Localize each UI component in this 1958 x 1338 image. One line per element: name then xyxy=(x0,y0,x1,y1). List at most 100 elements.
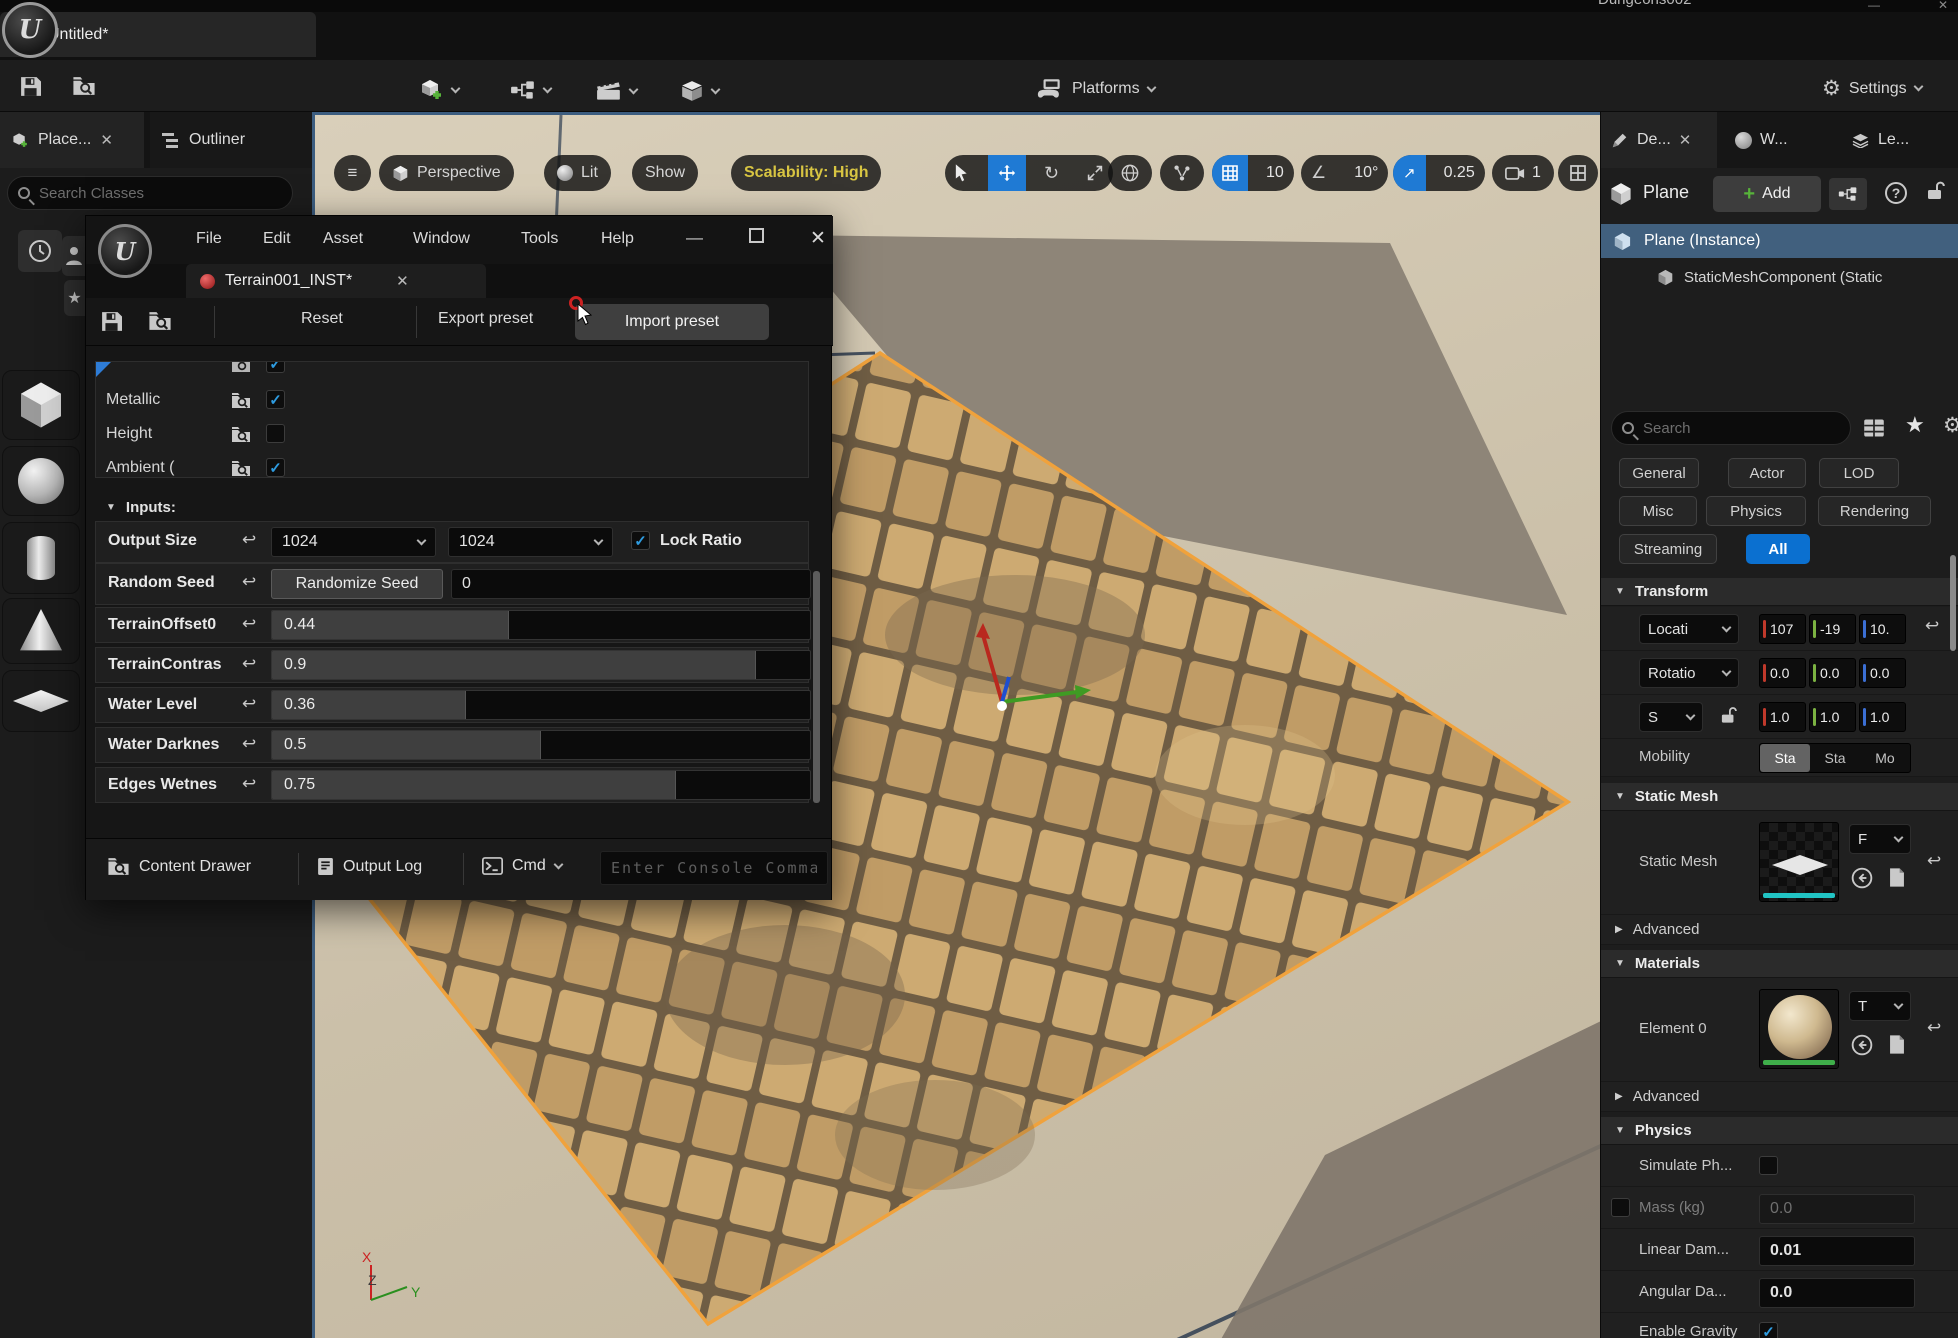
basic-category-button[interactable] xyxy=(62,236,85,276)
cmd-dropdown[interactable]: Cmd xyxy=(482,857,562,875)
param-checkbox[interactable] xyxy=(266,361,285,373)
reset-button[interactable]: Reset xyxy=(301,310,343,328)
viewport-options-menu[interactable]: ≡ xyxy=(334,155,371,191)
filter-physics[interactable]: Physics xyxy=(1706,496,1806,526)
camera-speed-control[interactable]: 1 xyxy=(1492,155,1554,191)
filter-lod[interactable]: LOD xyxy=(1819,458,1899,488)
inputs-section-header[interactable]: ▼ Inputs: xyxy=(106,499,176,516)
menu-window[interactable]: Window xyxy=(413,230,470,248)
lock-ratio-checkbox[interactable] xyxy=(631,531,650,550)
rotate-tool[interactable]: ↻ xyxy=(1034,155,1069,191)
param-checkbox[interactable] xyxy=(266,458,285,477)
rotation-y-field[interactable]: 0.0 xyxy=(1809,658,1856,688)
mass-override-checkbox[interactable] xyxy=(1611,1198,1630,1217)
shape-item-cone[interactable] xyxy=(2,598,80,664)
scalability-button[interactable]: Scalability: High xyxy=(731,155,881,191)
platforms-dropdown[interactable]: Platforms xyxy=(1036,78,1155,100)
shape-item-cube[interactable] xyxy=(2,370,80,440)
display-grid-icon[interactable] xyxy=(1863,418,1885,438)
materials-advanced-row[interactable]: ▶Advanced xyxy=(1601,1082,1958,1112)
use-selected-asset-icon[interactable] xyxy=(1851,1034,1873,1056)
help-icon[interactable]: ? xyxy=(1885,182,1907,204)
filter-streaming[interactable]: Streaming xyxy=(1619,534,1717,564)
cinematics-button[interactable] xyxy=(596,80,637,102)
world-local-toggle[interactable] xyxy=(1108,155,1152,191)
folder-search-icon[interactable] xyxy=(231,460,251,477)
folder-search-icon[interactable] xyxy=(231,392,251,409)
static-mesh-section-header[interactable]: ▼Static Mesh xyxy=(1601,783,1958,811)
terrainoffset-slider[interactable]: 0.44 xyxy=(271,610,811,640)
menu-asset[interactable]: Asset xyxy=(323,230,363,248)
scale-y-field[interactable]: 1.0 xyxy=(1809,702,1856,732)
search-classes-input[interactable] xyxy=(39,185,282,202)
reset-icon[interactable]: ↩ xyxy=(242,530,256,550)
filter-general[interactable]: General xyxy=(1619,458,1699,488)
close-icon[interactable]: ✕ xyxy=(396,272,409,290)
scale-snap-control[interactable]: ↗ 0.25 xyxy=(1393,155,1485,191)
scale-snap-value[interactable]: 0.25 xyxy=(1434,155,1485,191)
static-mesh-advanced-row[interactable]: ▶Advanced xyxy=(1601,915,1958,945)
reset-location-icon[interactable]: ↩ xyxy=(1925,616,1939,636)
tree-row-plane-instance[interactable]: Plane (Instance) xyxy=(1601,224,1958,258)
tab-world-settings[interactable]: W... xyxy=(1725,112,1807,168)
scale-lock-icon[interactable] xyxy=(1721,706,1737,725)
terraincontrast-slider[interactable]: 0.9 xyxy=(271,650,811,680)
save-icon[interactable] xyxy=(101,311,122,332)
details-scrollbar[interactable] xyxy=(1950,555,1956,651)
console-command-input[interactable] xyxy=(600,851,828,885)
tree-row-staticmesh-component[interactable]: StaticMeshComponent (Static xyxy=(1601,262,1958,292)
tab-details[interactable]: De... ✕ xyxy=(1601,112,1717,168)
output-width-dropdown[interactable]: 1024 xyxy=(271,527,436,557)
scale-x-field[interactable]: 1.0 xyxy=(1759,702,1806,732)
simulate-physics-checkbox[interactable] xyxy=(1759,1156,1778,1175)
location-z-field[interactable]: 10. xyxy=(1859,614,1906,644)
reset-icon[interactable]: ↩ xyxy=(242,734,256,754)
output-log-button[interactable]: Output Log xyxy=(317,857,422,876)
location-y-field[interactable]: -19 xyxy=(1809,614,1856,644)
window-minimize-icon[interactable]: — xyxy=(686,228,703,248)
window-scrollbar[interactable] xyxy=(813,571,820,803)
window-titlebar[interactable]: File Edit Asset Window Tools Help — ✕ xyxy=(86,216,833,264)
maximize-viewport-button[interactable] xyxy=(1558,155,1598,191)
tab-place-actors[interactable]: Place... ✕ xyxy=(0,112,144,168)
static-mesh-thumbnail[interactable] xyxy=(1759,822,1839,902)
lit-mode-dropdown[interactable]: Lit xyxy=(544,155,611,191)
mobility-static[interactable]: Sta xyxy=(1760,744,1810,772)
favorites-star-icon[interactable]: ★ xyxy=(1905,412,1925,438)
show-dropdown[interactable]: Show xyxy=(632,155,698,191)
mass-field[interactable]: 0.0 xyxy=(1759,1194,1915,1224)
transform-section-header[interactable]: ▼Transform xyxy=(1601,578,1958,606)
param-checkbox[interactable] xyxy=(266,424,285,443)
menu-tools[interactable]: Tools xyxy=(521,230,558,248)
blueprints-button[interactable] xyxy=(510,80,551,100)
folder-search-icon[interactable] xyxy=(231,426,251,443)
close-icon[interactable]: ✕ xyxy=(100,131,113,149)
asset-tab-terrain001-inst[interactable]: Terrain001_INST* ✕ xyxy=(186,264,486,298)
rotation-z-field[interactable]: 0.0 xyxy=(1859,658,1906,688)
angle-snap-value[interactable]: 10° xyxy=(1344,155,1388,191)
waterlevel-slider[interactable]: 0.36 xyxy=(271,690,811,720)
visual-effects-category-button[interactable]: ★ xyxy=(64,280,85,316)
param-checkbox[interactable] xyxy=(266,390,285,409)
angle-snap-control[interactable]: ∠ 10° xyxy=(1301,155,1388,191)
reset-icon[interactable]: ↩ xyxy=(242,572,256,592)
grid-snap-control[interactable]: 10 xyxy=(1212,155,1294,191)
unlock-icon[interactable] xyxy=(1927,181,1945,201)
close-icon[interactable]: ✕ xyxy=(1679,131,1692,149)
details-search-field[interactable] xyxy=(1611,411,1851,445)
reset-material-icon[interactable]: ↩ xyxy=(1927,1018,1941,1038)
reset-icon[interactable]: ↩ xyxy=(242,694,256,714)
randomize-seed-button[interactable]: Randomize Seed xyxy=(271,569,443,599)
materials-section-header[interactable]: ▼Materials xyxy=(1601,950,1958,978)
filter-misc[interactable]: Misc xyxy=(1619,496,1697,526)
modes-button[interactable] xyxy=(680,80,719,102)
use-selected-asset-icon[interactable] xyxy=(1851,867,1873,889)
tab-levels[interactable]: Le... xyxy=(1841,112,1951,168)
material-thumbnail[interactable] xyxy=(1759,989,1839,1069)
folder-search-icon[interactable] xyxy=(148,311,172,331)
search-classes-field[interactable] xyxy=(7,176,293,210)
perspective-dropdown[interactable]: Perspective xyxy=(379,155,514,191)
settings-dropdown[interactable]: ⚙ Settings xyxy=(1822,76,1922,101)
filter-rendering[interactable]: Rendering xyxy=(1818,496,1931,526)
scale-z-field[interactable]: 1.0 xyxy=(1859,702,1906,732)
